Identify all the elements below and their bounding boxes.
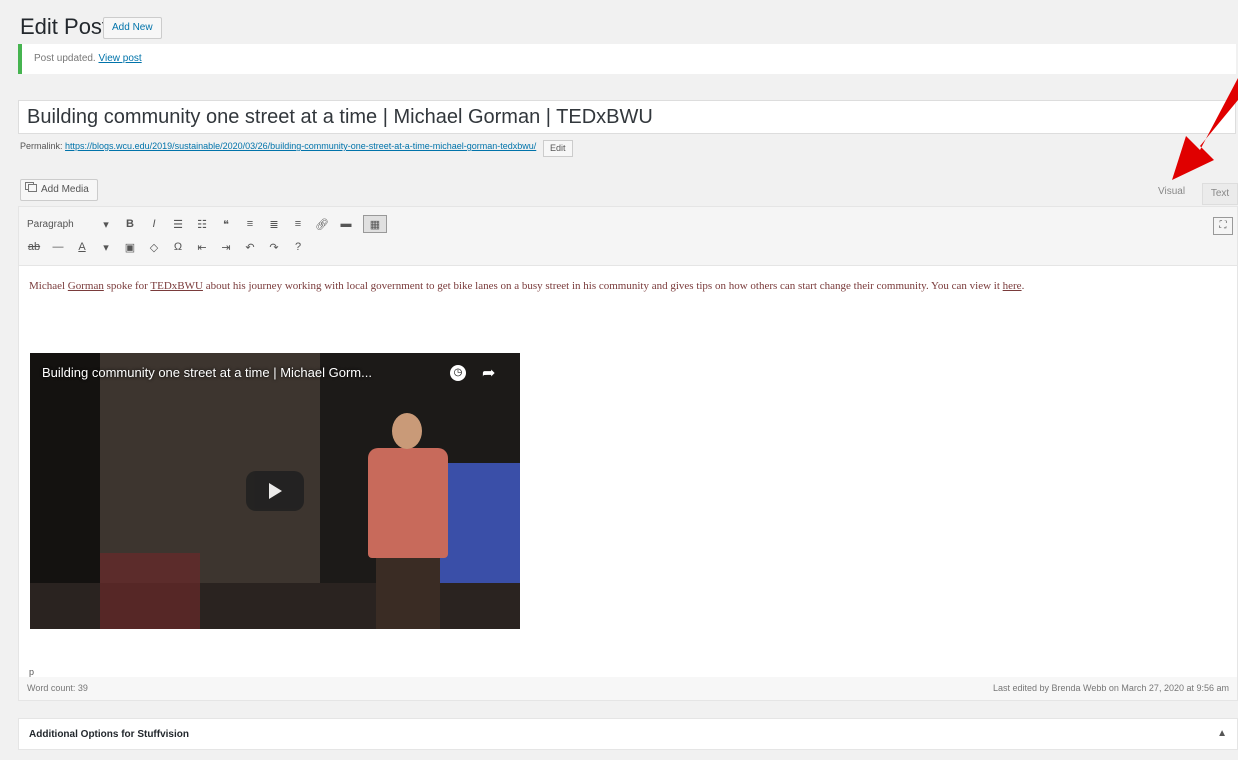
tab-visual[interactable]: Visual	[1158, 186, 1185, 197]
tedx-link[interactable]: TEDxBWU	[150, 280, 203, 292]
numbered-list-icon[interactable]: ☷	[195, 216, 209, 232]
bold-icon[interactable]: B	[123, 216, 137, 232]
gorman-link[interactable]: Gorman	[68, 280, 104, 292]
editor-toolbar: Paragraph ▾ B I ☰ ☷ ❝ ≡ ≣ ≡ 🔗︎ ▬ ▦ ab — …	[19, 207, 1237, 266]
editor-box: Paragraph ▾ B I ☰ ☷ ❝ ≡ ≣ ≡ 🔗︎ ▬ ▦ ab — …	[18, 206, 1238, 701]
content-text: about his journey working with local gov…	[202, 280, 1003, 292]
content-text: Michael	[29, 280, 68, 292]
red-arrow-annotation	[1172, 78, 1238, 180]
notice-message: Post updated.	[34, 53, 96, 64]
post-content-paragraph[interactable]: Michael Gorman spoke for TEDxBWU about h…	[29, 277, 1219, 295]
additional-options-title[interactable]: Additional Options for Stuffvision	[29, 729, 189, 740]
link-icon[interactable]: 🔗︎	[315, 216, 329, 232]
add-media-button[interactable]: Add Media	[20, 179, 98, 201]
outdent-icon[interactable]: ⇤	[195, 239, 209, 255]
paste-text-icon[interactable]: ▣	[123, 239, 137, 255]
page-title: Edit Post	[20, 14, 109, 39]
toolbar-row-2: ab — A ▾ ▣ ◇ Ω ⇤ ⇥ ↶ ↷ ?	[27, 239, 305, 255]
align-left-icon[interactable]: ≡	[243, 216, 257, 232]
undo-icon[interactable]: ↶	[243, 239, 257, 255]
collapse-toggle-icon[interactable]: ▲	[1217, 728, 1227, 739]
notice-text: Post updated. View post	[34, 53, 142, 64]
permalink: Permalink: https://blogs.wcu.edu/2019/su…	[20, 141, 536, 151]
strikethrough-icon[interactable]: ab	[27, 239, 41, 255]
readmore-icon[interactable]: ▬	[339, 216, 353, 232]
help-icon[interactable]: ?	[291, 239, 305, 255]
play-button[interactable]	[246, 471, 304, 511]
blockquote-icon[interactable]: ❝	[219, 216, 233, 232]
text-color-icon[interactable]: A	[75, 239, 89, 255]
redo-icon[interactable]: ↷	[267, 239, 281, 255]
add-new-button[interactable]: Add New	[103, 17, 162, 39]
align-right-icon[interactable]: ≡	[291, 216, 305, 232]
align-center-icon[interactable]: ≣	[267, 216, 281, 232]
content-text: .	[1021, 280, 1025, 292]
toolbar-toggle-icon[interactable]: ▦	[363, 215, 387, 233]
chevron-down-icon[interactable]: ▾	[99, 239, 113, 255]
editor-statusbar: Word count: 39 Last edited by Brenda Web…	[18, 677, 1238, 701]
watch-later-icon[interactable]: ◷	[450, 365, 466, 381]
horizontal-rule-icon[interactable]: —	[51, 239, 65, 255]
view-post-link[interactable]: View post	[99, 53, 142, 64]
update-notice: Post updated. View post	[18, 44, 1236, 74]
embedded-video[interactable]: Building community one street at a time …	[30, 353, 520, 629]
permalink-url[interactable]: https://blogs.wcu.edu/2019/sustainable/2…	[65, 141, 536, 151]
video-title[interactable]: Building community one street at a time …	[42, 365, 372, 380]
play-icon	[268, 483, 282, 499]
clear-formatting-icon[interactable]: ◇	[147, 239, 161, 255]
toolbar-row-1: Paragraph ▾ B I ☰ ☷ ❝ ≡ ≣ ≡ 🔗︎ ▬ ▦	[27, 215, 387, 233]
permalink-label: Permalink:	[20, 141, 63, 151]
video-speaker-legs	[376, 553, 440, 629]
word-count: Word count: 39	[27, 683, 88, 693]
special-char-icon[interactable]: Ω	[171, 239, 185, 255]
share-icon[interactable]: ➦	[482, 363, 495, 383]
additional-options-box[interactable]: Additional Options for Stuffvision ▲	[18, 718, 1238, 750]
bullet-list-icon[interactable]: ☰	[171, 216, 185, 232]
distraction-free-icon[interactable]: ⛶	[1213, 217, 1233, 235]
video-speaker-head	[392, 413, 422, 449]
media-icon	[25, 180, 37, 200]
add-media-label: Add Media	[41, 184, 89, 195]
here-link[interactable]: here	[1003, 280, 1022, 292]
video-frame-flowers	[100, 553, 200, 629]
permalink-edit-button[interactable]: Edit	[543, 140, 573, 157]
last-edited: Last edited by Brenda Webb on March 27, …	[993, 683, 1229, 693]
indent-icon[interactable]: ⇥	[219, 239, 233, 255]
tab-text[interactable]: Text	[1202, 183, 1238, 205]
italic-icon[interactable]: I	[147, 216, 161, 232]
post-title-text[interactable]: Building community one street at a time …	[27, 106, 653, 129]
content-text: spoke for	[103, 280, 151, 292]
red-arrow-shape	[1172, 78, 1238, 180]
path-indicator: p	[29, 667, 35, 677]
chevron-down-icon[interactable]: ▾	[99, 216, 113, 232]
post-title-field[interactable]: Building community one street at a time …	[18, 100, 1236, 134]
format-select[interactable]: Paragraph	[27, 219, 89, 230]
video-speaker-body	[368, 448, 448, 558]
